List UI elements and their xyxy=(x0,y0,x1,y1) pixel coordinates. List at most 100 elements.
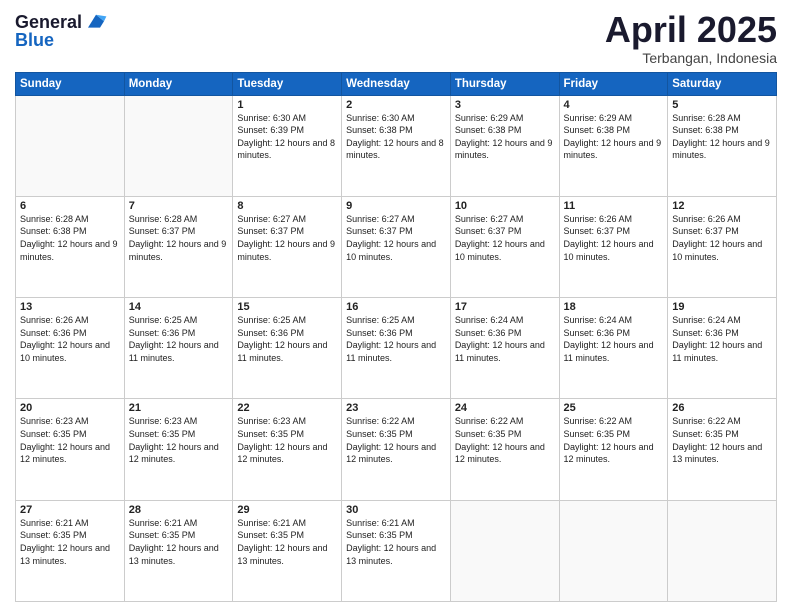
day-info: Sunrise: 6:24 AMSunset: 6:36 PMDaylight:… xyxy=(672,314,772,364)
day-info: Sunrise: 6:26 AMSunset: 6:37 PMDaylight:… xyxy=(564,213,664,263)
calendar-day-cell: 28Sunrise: 6:21 AMSunset: 6:35 PMDayligh… xyxy=(124,500,233,601)
calendar-day-cell: 2Sunrise: 6:30 AMSunset: 6:38 PMDaylight… xyxy=(342,95,451,196)
calendar-day-cell: 18Sunrise: 6:24 AMSunset: 6:36 PMDayligh… xyxy=(559,298,668,399)
col-monday: Monday xyxy=(124,72,233,95)
day-info: Sunrise: 6:30 AMSunset: 6:39 PMDaylight:… xyxy=(237,112,337,162)
day-info: Sunrise: 6:23 AMSunset: 6:35 PMDaylight:… xyxy=(129,415,229,465)
calendar-day-cell xyxy=(450,500,559,601)
calendar-day-cell: 7Sunrise: 6:28 AMSunset: 6:37 PMDaylight… xyxy=(124,196,233,297)
day-info: Sunrise: 6:27 AMSunset: 6:37 PMDaylight:… xyxy=(237,213,337,263)
day-number: 20 xyxy=(20,402,120,414)
calendar-day-cell: 8Sunrise: 6:27 AMSunset: 6:37 PMDaylight… xyxy=(233,196,342,297)
calendar-day-cell: 17Sunrise: 6:24 AMSunset: 6:36 PMDayligh… xyxy=(450,298,559,399)
calendar-day-cell: 21Sunrise: 6:23 AMSunset: 6:35 PMDayligh… xyxy=(124,399,233,500)
day-number: 19 xyxy=(672,301,772,313)
col-tuesday: Tuesday xyxy=(233,72,342,95)
calendar-week-row: 1Sunrise: 6:30 AMSunset: 6:39 PMDaylight… xyxy=(16,95,777,196)
day-number: 26 xyxy=(672,402,772,414)
calendar-day-cell: 22Sunrise: 6:23 AMSunset: 6:35 PMDayligh… xyxy=(233,399,342,500)
month-title: April 2025 xyxy=(605,10,777,50)
day-number: 18 xyxy=(564,301,664,313)
calendar-day-cell: 13Sunrise: 6:26 AMSunset: 6:36 PMDayligh… xyxy=(16,298,125,399)
logo-icon xyxy=(84,10,108,34)
calendar-day-cell xyxy=(668,500,777,601)
location: Terbangan, Indonesia xyxy=(605,50,777,66)
calendar-day-cell: 11Sunrise: 6:26 AMSunset: 6:37 PMDayligh… xyxy=(559,196,668,297)
calendar-day-cell: 3Sunrise: 6:29 AMSunset: 6:38 PMDaylight… xyxy=(450,95,559,196)
day-number: 4 xyxy=(564,99,664,111)
day-number: 27 xyxy=(20,504,120,516)
day-info: Sunrise: 6:26 AMSunset: 6:36 PMDaylight:… xyxy=(20,314,120,364)
col-friday: Friday xyxy=(559,72,668,95)
day-info: Sunrise: 6:29 AMSunset: 6:38 PMDaylight:… xyxy=(455,112,555,162)
calendar-day-cell: 1Sunrise: 6:30 AMSunset: 6:39 PMDaylight… xyxy=(233,95,342,196)
day-info: Sunrise: 6:24 AMSunset: 6:36 PMDaylight:… xyxy=(564,314,664,364)
day-info: Sunrise: 6:25 AMSunset: 6:36 PMDaylight:… xyxy=(129,314,229,364)
day-number: 24 xyxy=(455,402,555,414)
day-info: Sunrise: 6:21 AMSunset: 6:35 PMDaylight:… xyxy=(129,517,229,567)
calendar-day-cell: 6Sunrise: 6:28 AMSunset: 6:38 PMDaylight… xyxy=(16,196,125,297)
calendar-day-cell: 25Sunrise: 6:22 AMSunset: 6:35 PMDayligh… xyxy=(559,399,668,500)
calendar-day-cell: 27Sunrise: 6:21 AMSunset: 6:35 PMDayligh… xyxy=(16,500,125,601)
day-number: 25 xyxy=(564,402,664,414)
calendar-day-cell: 9Sunrise: 6:27 AMSunset: 6:37 PMDaylight… xyxy=(342,196,451,297)
day-info: Sunrise: 6:23 AMSunset: 6:35 PMDaylight:… xyxy=(20,415,120,465)
day-info: Sunrise: 6:21 AMSunset: 6:35 PMDaylight:… xyxy=(20,517,120,567)
calendar-day-cell: 26Sunrise: 6:22 AMSunset: 6:35 PMDayligh… xyxy=(668,399,777,500)
calendar-day-cell xyxy=(124,95,233,196)
day-info: Sunrise: 6:21 AMSunset: 6:35 PMDaylight:… xyxy=(346,517,446,567)
page: General Blue April 2025 Terbangan, Indon… xyxy=(0,0,792,612)
header: General Blue April 2025 Terbangan, Indon… xyxy=(15,10,777,66)
calendar-day-cell: 20Sunrise: 6:23 AMSunset: 6:35 PMDayligh… xyxy=(16,399,125,500)
day-number: 16 xyxy=(346,301,446,313)
day-info: Sunrise: 6:23 AMSunset: 6:35 PMDaylight:… xyxy=(237,415,337,465)
day-info: Sunrise: 6:28 AMSunset: 6:38 PMDaylight:… xyxy=(672,112,772,162)
calendar-week-row: 20Sunrise: 6:23 AMSunset: 6:35 PMDayligh… xyxy=(16,399,777,500)
calendar-week-row: 13Sunrise: 6:26 AMSunset: 6:36 PMDayligh… xyxy=(16,298,777,399)
col-wednesday: Wednesday xyxy=(342,72,451,95)
day-info: Sunrise: 6:29 AMSunset: 6:38 PMDaylight:… xyxy=(564,112,664,162)
day-info: Sunrise: 6:30 AMSunset: 6:38 PMDaylight:… xyxy=(346,112,446,162)
day-number: 5 xyxy=(672,99,772,111)
day-info: Sunrise: 6:25 AMSunset: 6:36 PMDaylight:… xyxy=(346,314,446,364)
day-number: 12 xyxy=(672,200,772,212)
day-number: 14 xyxy=(129,301,229,313)
day-number: 29 xyxy=(237,504,337,516)
day-number: 10 xyxy=(455,200,555,212)
calendar-day-cell: 30Sunrise: 6:21 AMSunset: 6:35 PMDayligh… xyxy=(342,500,451,601)
day-info: Sunrise: 6:22 AMSunset: 6:35 PMDaylight:… xyxy=(564,415,664,465)
calendar-header-row: Sunday Monday Tuesday Wednesday Thursday… xyxy=(16,72,777,95)
day-info: Sunrise: 6:28 AMSunset: 6:38 PMDaylight:… xyxy=(20,213,120,263)
calendar-day-cell: 10Sunrise: 6:27 AMSunset: 6:37 PMDayligh… xyxy=(450,196,559,297)
logo: General Blue xyxy=(15,10,108,51)
calendar-day-cell: 15Sunrise: 6:25 AMSunset: 6:36 PMDayligh… xyxy=(233,298,342,399)
calendar-day-cell: 12Sunrise: 6:26 AMSunset: 6:37 PMDayligh… xyxy=(668,196,777,297)
day-number: 8 xyxy=(237,200,337,212)
day-info: Sunrise: 6:27 AMSunset: 6:37 PMDaylight:… xyxy=(346,213,446,263)
calendar-week-row: 6Sunrise: 6:28 AMSunset: 6:38 PMDaylight… xyxy=(16,196,777,297)
calendar-day-cell: 19Sunrise: 6:24 AMSunset: 6:36 PMDayligh… xyxy=(668,298,777,399)
calendar-day-cell: 23Sunrise: 6:22 AMSunset: 6:35 PMDayligh… xyxy=(342,399,451,500)
day-info: Sunrise: 6:22 AMSunset: 6:35 PMDaylight:… xyxy=(455,415,555,465)
col-thursday: Thursday xyxy=(450,72,559,95)
day-info: Sunrise: 6:22 AMSunset: 6:35 PMDaylight:… xyxy=(672,415,772,465)
day-number: 28 xyxy=(129,504,229,516)
day-info: Sunrise: 6:24 AMSunset: 6:36 PMDaylight:… xyxy=(455,314,555,364)
title-section: April 2025 Terbangan, Indonesia xyxy=(605,10,777,66)
day-number: 30 xyxy=(346,504,446,516)
day-number: 3 xyxy=(455,99,555,111)
day-number: 21 xyxy=(129,402,229,414)
day-number: 7 xyxy=(129,200,229,212)
calendar-day-cell: 5Sunrise: 6:28 AMSunset: 6:38 PMDaylight… xyxy=(668,95,777,196)
day-number: 6 xyxy=(20,200,120,212)
day-info: Sunrise: 6:22 AMSunset: 6:35 PMDaylight:… xyxy=(346,415,446,465)
calendar-day-cell xyxy=(559,500,668,601)
day-number: 23 xyxy=(346,402,446,414)
day-number: 2 xyxy=(346,99,446,111)
day-info: Sunrise: 6:28 AMSunset: 6:37 PMDaylight:… xyxy=(129,213,229,263)
day-number: 9 xyxy=(346,200,446,212)
calendar-day-cell: 29Sunrise: 6:21 AMSunset: 6:35 PMDayligh… xyxy=(233,500,342,601)
day-number: 13 xyxy=(20,301,120,313)
day-number: 11 xyxy=(564,200,664,212)
day-number: 15 xyxy=(237,301,337,313)
